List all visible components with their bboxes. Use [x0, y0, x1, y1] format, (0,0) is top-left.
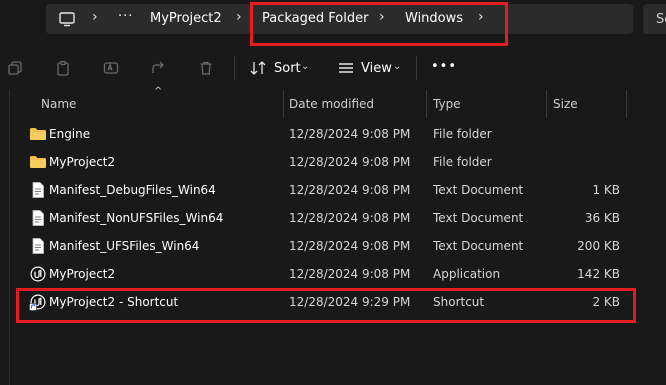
delete-icon[interactable] — [195, 57, 217, 79]
copy-icon[interactable] — [4, 57, 26, 79]
see-more-button[interactable]: ••• — [431, 59, 457, 74]
unreal-app-icon — [29, 265, 47, 283]
search-input[interactable]: Se — [643, 4, 666, 34]
file-type: Application — [433, 267, 501, 281]
file-type: Text Document — [433, 239, 524, 253]
file-type: File folder — [433, 155, 492, 169]
file-type: Text Document — [433, 183, 524, 197]
column-header-size[interactable]: Size — [553, 97, 578, 111]
view-button[interactable]: View — [361, 61, 392, 76]
toolbar-divider — [234, 56, 235, 80]
file-date: 12/28/2024 9:08 PM — [289, 211, 411, 225]
file-size: 1 KB — [592, 183, 620, 197]
file-row[interactable]: Engine 12/28/2024 9:08 PM File folder — [20, 120, 632, 148]
toolbar-divider — [416, 56, 417, 80]
search-placeholder: Se — [656, 12, 666, 27]
hidden-crumbs-button[interactable]: ··· — [118, 9, 133, 24]
file-size: 142 KB — [577, 267, 620, 281]
file-size: 200 KB — [577, 239, 620, 253]
unreal-shortcut-icon — [29, 293, 47, 311]
file-name: MyProject2 — [49, 155, 116, 169]
file-name: MyProject2 — [49, 267, 116, 281]
column-header-name[interactable]: Name — [41, 97, 76, 111]
breadcrumb-myproject2[interactable]: MyProject2 — [150, 11, 222, 26]
text-document-icon — [29, 237, 47, 255]
column-separator[interactable] — [426, 90, 427, 118]
file-name: Manifest_UFSFiles_Win64 — [49, 239, 200, 253]
folder-icon — [29, 153, 47, 171]
text-document-icon — [29, 209, 47, 227]
file-row[interactable]: MyProject2 12/28/2024 9:08 PM File folde… — [20, 148, 632, 176]
file-date: 12/28/2024 9:08 PM — [289, 127, 411, 141]
sort-icon[interactable] — [247, 57, 269, 79]
nav-pane-border — [9, 90, 10, 385]
chevron-down-icon[interactable]: ⌄ — [301, 61, 309, 72]
file-name: Manifest_DebugFiles_Win64 — [49, 183, 216, 197]
file-name: Engine — [49, 127, 91, 141]
chevron-right-icon[interactable]: › — [478, 9, 484, 25]
file-name: MyProject2 - Shortcut — [49, 295, 179, 309]
rename-icon[interactable] — [100, 57, 122, 79]
file-row[interactable]: MyProject2 - Shortcut 12/28/2024 9:29 PM… — [20, 288, 632, 316]
file-type: File folder — [433, 127, 492, 141]
file-row[interactable]: Manifest_UFSFiles_Win64 12/28/2024 9:08 … — [20, 232, 632, 260]
share-icon[interactable] — [147, 57, 169, 79]
file-date: 12/28/2024 9:08 PM — [289, 267, 411, 281]
file-date: 12/28/2024 9:08 PM — [289, 183, 411, 197]
chevron-right-icon[interactable]: › — [92, 9, 98, 25]
file-row[interactable]: Manifest_DebugFiles_Win64 12/28/2024 9:0… — [20, 176, 632, 204]
breadcrumb-packaged-folder[interactable]: Packaged Folder — [262, 11, 368, 26]
file-size: 36 KB — [584, 211, 620, 225]
file-type: Shortcut — [433, 295, 485, 309]
file-date: 12/28/2024 9:08 PM — [289, 239, 411, 253]
folder-icon — [29, 125, 47, 143]
sort-up-icon: ^ — [154, 86, 163, 97]
breadcrumb-windows[interactable]: Windows — [405, 11, 463, 26]
sort-button[interactable]: Sort — [274, 61, 301, 76]
chevron-right-icon[interactable]: › — [236, 9, 242, 25]
chevron-right-icon[interactable]: › — [379, 9, 385, 25]
file-date: 12/28/2024 9:08 PM — [289, 155, 411, 169]
computer-icon[interactable] — [58, 10, 76, 31]
chevron-down-icon[interactable]: ⌄ — [393, 61, 401, 72]
column-header-type[interactable]: Type — [433, 97, 461, 111]
text-document-icon — [29, 181, 47, 199]
file-row[interactable]: Manifest_NonUFSFiles_Win64 12/28/2024 9:… — [20, 204, 632, 232]
column-separator[interactable] — [626, 90, 627, 118]
view-icon[interactable] — [335, 57, 357, 79]
column-header-date[interactable]: Date modified — [289, 97, 374, 111]
paste-icon[interactable] — [52, 57, 74, 79]
column-separator[interactable] — [283, 90, 284, 118]
file-date: 12/28/2024 9:29 PM — [289, 295, 411, 309]
file-size: 2 KB — [592, 295, 620, 309]
file-type: Text Document — [433, 211, 524, 225]
file-row[interactable]: MyProject2 12/28/2024 9:08 PM Applicatio… — [20, 260, 632, 288]
file-name: Manifest_NonUFSFiles_Win64 — [49, 211, 224, 225]
column-separator[interactable] — [546, 90, 547, 118]
